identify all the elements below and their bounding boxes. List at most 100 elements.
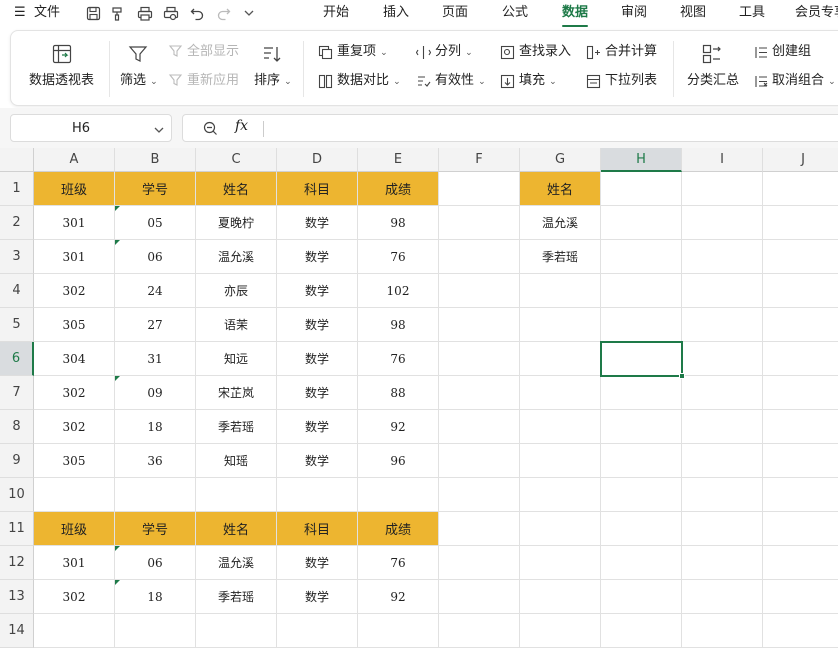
validity-button[interactable]: 有效性 ⌄ [435, 73, 486, 90]
empty-cell[interactable] [682, 614, 763, 648]
create-group-button[interactable]: 创建组 [772, 44, 811, 60]
table-cell[interactable]: 数学 [277, 410, 358, 444]
table-cell[interactable]: 304 [34, 342, 115, 376]
result-cell[interactable]: 92 [358, 580, 439, 614]
find-input-button[interactable]: 查找录入 [519, 44, 571, 60]
empty-cell[interactable] [682, 478, 763, 512]
column-header-h[interactable]: H [601, 148, 682, 172]
table-cell[interactable]: 数学 [277, 444, 358, 478]
table-cell[interactable]: 数学 [277, 308, 358, 342]
table-cell[interactable]: 05 [115, 206, 196, 240]
spreadsheet-grid[interactable]: A B C D E F G H I J 1 2 3 4 5 6 7 8 9 10 11 12 13 14 班级 学号 姓名 科目 成绩 3… [0, 148, 838, 666]
result-cell[interactable]: 18 [115, 580, 196, 614]
empty-cell[interactable] [34, 614, 115, 648]
row-header-11[interactable]: 11 [0, 512, 34, 546]
row-header-13[interactable]: 13 [0, 580, 34, 614]
subtotal-button[interactable]: 分类汇总 [687, 73, 739, 89]
column-header-d[interactable]: D [277, 148, 358, 172]
column-header-g[interactable]: G [520, 148, 601, 172]
row-header-6[interactable]: 6 [0, 342, 34, 376]
empty-cell[interactable] [601, 546, 682, 580]
table-header-cell[interactable]: 学号 [115, 172, 196, 206]
tab-data[interactable]: 数据 [562, 5, 588, 21]
name-box[interactable]: H6 [10, 114, 172, 142]
table-cell[interactable]: 亦辰 [196, 274, 277, 308]
empty-cell[interactable] [682, 308, 763, 342]
empty-cell[interactable] [763, 206, 838, 240]
empty-cell[interactable] [601, 478, 682, 512]
tab-review[interactable]: 审阅 [621, 5, 647, 21]
table-cell[interactable]: 88 [358, 376, 439, 410]
empty-cell[interactable] [439, 580, 520, 614]
table-cell[interactable]: 09 [115, 376, 196, 410]
table-cell[interactable]: 76 [358, 342, 439, 376]
empty-cell[interactable] [601, 444, 682, 478]
table-cell[interactable]: 夏晚柠 [196, 206, 277, 240]
print-preview-icon[interactable] [162, 4, 180, 22]
print-icon[interactable] [136, 4, 154, 22]
empty-cell[interactable] [763, 410, 838, 444]
empty-cell[interactable] [763, 478, 838, 512]
empty-cell[interactable] [439, 342, 520, 376]
table-cell[interactable]: 301 [34, 206, 115, 240]
tab-page[interactable]: 页面 [442, 5, 468, 21]
empty-cell[interactable] [601, 512, 682, 546]
table-cell[interactable]: 98 [358, 308, 439, 342]
pivot-table-icon[interactable] [51, 43, 73, 65]
table-cell[interactable]: 98 [358, 206, 439, 240]
table-cell[interactable]: 数学 [277, 376, 358, 410]
row-header-14[interactable]: 14 [0, 614, 34, 648]
empty-cell[interactable] [196, 614, 277, 648]
tab-view[interactable]: 视图 [680, 5, 706, 21]
table-cell[interactable]: 92 [358, 410, 439, 444]
table-cell[interactable]: 数学 [277, 240, 358, 274]
lookup-cell[interactable]: 温允溪 [520, 206, 601, 240]
empty-cell[interactable] [601, 342, 682, 376]
subtotal-icon[interactable] [701, 43, 723, 65]
empty-cell[interactable] [601, 614, 682, 648]
lookup-cell[interactable]: 季若瑶 [520, 240, 601, 274]
formula-input-box[interactable]: fx [182, 114, 838, 142]
select-all-corner[interactable] [0, 148, 34, 172]
row-header-1[interactable]: 1 [0, 172, 34, 206]
empty-cell[interactable] [520, 546, 601, 580]
table-cell[interactable]: 语茉 [196, 308, 277, 342]
empty-cell[interactable] [439, 512, 520, 546]
empty-cell[interactable] [601, 308, 682, 342]
table-header-cell[interactable]: 姓名 [196, 172, 277, 206]
empty-cell[interactable] [682, 172, 763, 206]
table-cell[interactable]: 宋芷岚 [196, 376, 277, 410]
format-painter-icon[interactable] [108, 4, 126, 22]
column-header-a[interactable]: A [34, 148, 115, 172]
result-header-cell[interactable]: 学号 [115, 512, 196, 546]
table-cell[interactable]: 06 [115, 240, 196, 274]
dropdown-list-button[interactable]: 下拉列表 [605, 73, 657, 89]
table-cell[interactable]: 季若瑶 [196, 410, 277, 444]
empty-cell[interactable] [763, 512, 838, 546]
save-icon[interactable] [84, 4, 102, 22]
empty-cell[interactable] [439, 410, 520, 444]
empty-cell[interactable] [115, 614, 196, 648]
filter-icon[interactable] [127, 43, 149, 65]
empty-cell[interactable] [682, 274, 763, 308]
empty-cell[interactable] [682, 410, 763, 444]
reapply-button[interactable]: 重新应用 [187, 73, 239, 89]
empty-cell[interactable] [520, 274, 601, 308]
table-cell[interactable]: 温允溪 [196, 240, 277, 274]
column-header-f[interactable]: F [439, 148, 520, 172]
empty-cell[interactable] [439, 308, 520, 342]
chevron-down-icon[interactable] [153, 121, 165, 140]
tab-tools[interactable]: 工具 [739, 5, 765, 21]
split-column-button[interactable]: 分列 ⌄ [435, 44, 473, 61]
result-cell[interactable]: 数学 [277, 546, 358, 580]
tab-insert[interactable]: 插入 [383, 5, 409, 21]
table-header-cell[interactable]: 科目 [277, 172, 358, 206]
empty-cell[interactable] [763, 342, 838, 376]
table-cell[interactable]: 102 [358, 274, 439, 308]
table-cell[interactable]: 96 [358, 444, 439, 478]
menu-hamburger-icon[interactable]: ☰ [14, 5, 26, 21]
empty-cell[interactable] [763, 580, 838, 614]
table-cell[interactable]: 27 [115, 308, 196, 342]
empty-cell[interactable] [520, 614, 601, 648]
empty-cell[interactable] [520, 376, 601, 410]
